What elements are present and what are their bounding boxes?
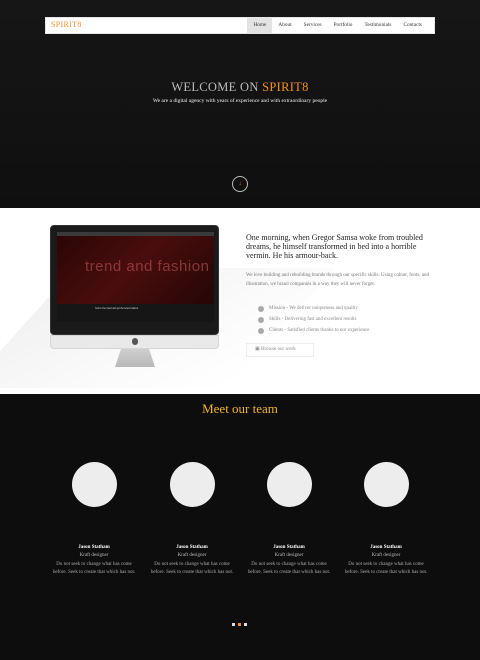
feature-item: Mission - We deliver uniqueness and qual… xyxy=(258,305,369,316)
member-quote: Do not seek to change what has come befo… xyxy=(344,562,428,575)
team-member-card: Jason Statham Kraft designer Do not seek… xyxy=(144,462,240,577)
team-member-card: Jason Statham Kraft designer Do not seek… xyxy=(338,462,434,577)
nav-testimonials[interactable]: Testimonials xyxy=(358,18,397,33)
feature-item: Clients - Satisfied clients thanks to ou… xyxy=(258,327,369,338)
team-section: Meet our team Jason Statham Kraft design… xyxy=(0,394,480,660)
member-role: Kraft designer xyxy=(177,553,207,558)
hero-subtitle: We are a digital agency with years of ex… xyxy=(152,98,328,104)
bullet-icon xyxy=(258,317,264,323)
avatar xyxy=(169,462,215,507)
logo[interactable]: SPIRIT8 xyxy=(51,20,82,29)
screen-headline: trend and fashion xyxy=(85,258,210,275)
member-name: Jason Statham xyxy=(273,545,305,550)
team-member-card: Jason Statham Kraft designer Do not seek… xyxy=(241,462,337,577)
member-role: Kraft designer xyxy=(371,553,401,558)
hero-section: SPIRIT8 Home About Services Portfolio Te… xyxy=(0,0,480,208)
feature-text: Clients - Satisfied clients thanks to ou… xyxy=(269,328,370,333)
pager-dot[interactable] xyxy=(232,623,235,626)
feature-text: Skills - Delivering fast and excellent r… xyxy=(269,317,357,322)
nav-contacts[interactable]: Contacts xyxy=(397,18,428,33)
member-quote: Do not seek to change what has come befo… xyxy=(150,562,234,575)
team-pager xyxy=(232,623,247,626)
member-quote: Do not seek to change what has come befo… xyxy=(52,562,136,575)
scroll-down-button[interactable]: ↓ xyxy=(232,176,248,192)
hero-title-prefix: WELCOME ON xyxy=(171,80,263,94)
screen-strip: follow the trend and get the latest fash… xyxy=(57,304,214,322)
avatar xyxy=(363,462,409,507)
member-role: Kraft designer xyxy=(274,553,304,558)
nav-services[interactable]: Services xyxy=(298,18,328,33)
hero-title-brand: SPIRIT8 xyxy=(262,80,309,94)
screen-caption: follow the trend and get the latest fash… xyxy=(95,307,139,310)
about-body: We love building and rebuilding brands t… xyxy=(246,273,429,287)
apple-logo-icon xyxy=(132,338,138,345)
team-member-card: Jason Statham Kraft designer Do not seek… xyxy=(46,462,142,577)
avatar xyxy=(266,462,312,507)
pager-dot[interactable] xyxy=(244,623,247,626)
bullet-icon xyxy=(258,328,264,334)
hero-title: WELCOME ON SPIRIT8 xyxy=(0,80,480,95)
feature-item: Skills - Delivering fast and excellent r… xyxy=(258,316,369,327)
nav-home[interactable]: Home xyxy=(247,18,273,33)
feature-list: Mission - We deliver uniqueness and qual… xyxy=(258,305,369,338)
avatar xyxy=(71,462,117,507)
monitor-screen: trend and fashion follow the trend and g… xyxy=(57,232,214,322)
browse-work-button[interactable]: ▣ Browse our work xyxy=(246,343,314,357)
monitor-illustration: trend and fashion follow the trend and g… xyxy=(50,225,219,367)
nav-portfolio[interactable]: Portfolio xyxy=(328,18,359,33)
member-name: Jason Statham xyxy=(370,545,402,550)
about-heading: One morning, when Gregor Samsa woke from… xyxy=(246,233,423,260)
member-name: Jason Statham xyxy=(78,545,110,550)
member-name: Jason Statham xyxy=(176,545,208,550)
browse-work-label: Browse our work xyxy=(260,347,296,352)
feature-text: Mission - We deliver uniqueness and qual… xyxy=(269,306,358,311)
about-section: trend and fashion follow the trend and g… xyxy=(0,208,480,394)
member-quote: Do not seek to change what has come befo… xyxy=(247,562,331,575)
pager-dot[interactable] xyxy=(238,623,241,626)
member-role: Kraft designer xyxy=(79,553,109,558)
main-menu: Home About Services Portfolio Testimonia… xyxy=(247,18,428,33)
nav-about[interactable]: About xyxy=(272,18,297,33)
navbar: SPIRIT8 Home About Services Portfolio Te… xyxy=(45,17,435,34)
browser-bar xyxy=(57,232,214,236)
team-title: Meet our team xyxy=(202,401,278,416)
monitor-frame: trend and fashion follow the trend and g… xyxy=(50,225,219,335)
bullet-icon xyxy=(258,306,264,312)
monitor-stand xyxy=(115,349,155,367)
